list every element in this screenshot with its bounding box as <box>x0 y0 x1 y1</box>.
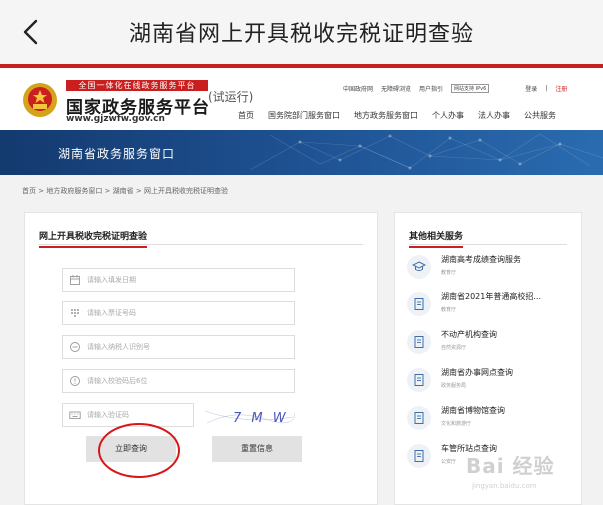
platform-slogan: 全国一体化在线政务服务平台 <box>66 80 208 91</box>
document-icon <box>407 444 431 468</box>
service-dept: 教育厅 <box>441 307 457 313</box>
reset-button[interactable]: 重置信息 <box>212 436 302 462</box>
service-name: 湖南高考成绩查询服务 <box>441 255 521 264</box>
divider <box>39 244 363 245</box>
keyboard-icon <box>69 409 81 421</box>
shield-icon <box>69 375 81 387</box>
service-item[interactable]: 湖南省2021年普通高校招... 教育厅 <box>407 290 577 320</box>
nav-home[interactable]: 首页 <box>238 110 254 121</box>
national-emblem-logo <box>23 83 57 117</box>
service-dept: 文化和旅游厅 <box>441 421 472 427</box>
banner-title: 湖南省政务服务窗口 <box>58 147 176 161</box>
taxpayer-id-input[interactable] <box>87 336 287 358</box>
util-link-gov[interactable]: 中国政府网 <box>343 84 373 93</box>
document-icon <box>407 330 431 354</box>
nav-state-council[interactable]: 国务院部门服务窗口 <box>268 110 340 121</box>
trial-label: (试运行) <box>208 90 254 104</box>
service-item[interactable]: 湖南省办事网点查询 政务服务局 <box>407 366 577 396</box>
check-code-field[interactable] <box>62 369 295 393</box>
grid-icon <box>69 307 81 319</box>
graduation-cap-icon <box>407 255 431 279</box>
service-item[interactable]: 不动产机构查询 自然资源厅 <box>407 328 577 358</box>
util-link-guide[interactable]: 用户指引 <box>419 84 443 93</box>
page-title: 湖南省网上开具税收完税证明查验 <box>128 22 474 47</box>
platform-url: www.gjzwfw.gov.cn <box>66 114 165 124</box>
service-dept: 公安厅 <box>441 459 457 465</box>
watermark-main: Bai 经验 <box>466 454 555 478</box>
nav-local-gov[interactable]: 地方政务服务窗口 <box>354 110 418 121</box>
divider <box>409 244 567 245</box>
taxpayer-id-field[interactable] <box>62 335 295 359</box>
nav-legal-person[interactable]: 法人办事 <box>478 110 510 121</box>
service-name: 湖南省办事网点查询 <box>441 368 513 377</box>
main-nav: 首页 国务院部门服务窗口 地方政务服务窗口 个人办事 法人办事 公共服务 <box>238 110 556 121</box>
baidu-jingyan-watermark: Bai 经验 jingyan.baidu.com <box>466 446 596 496</box>
document-icon <box>407 368 431 392</box>
app-topbar: 湖南省网上开具税收完税证明查验 <box>0 0 603 64</box>
form-title: 网上开具税收完税证明查验 <box>39 229 148 248</box>
service-item[interactable]: 湖南省博物馆查询 文化和旅游厅 <box>407 404 577 434</box>
login-link[interactable]: 登录 <box>525 84 537 93</box>
ipv6-badge: IPv6 <box>475 86 487 92</box>
watermark-sub: jingyan.baidu.com <box>472 482 537 490</box>
captcha-text: 7 M W B <box>233 411 295 426</box>
highlight-annotation-circle <box>98 423 180 478</box>
document-icon <box>407 406 431 430</box>
service-name: 不动产机构查询 <box>441 330 497 339</box>
nav-public-service[interactable]: 公共服务 <box>524 110 556 121</box>
service-name: 湖南省2021年普通高校招... <box>441 292 541 301</box>
ticket-number-input[interactable] <box>87 302 287 324</box>
related-services-title: 其他相关服务 <box>409 229 464 248</box>
service-dept: 自然资源厅 <box>441 345 467 351</box>
issue-date-field[interactable] <box>62 268 295 292</box>
breadcrumb[interactable]: 首页 > 地方政府服务窗口 > 湖南省 > 网上开具税收完税证明查验 <box>22 186 228 196</box>
ticket-number-field[interactable] <box>62 301 295 325</box>
document-icon <box>407 292 431 316</box>
service-dept: 政务服务局 <box>441 383 467 389</box>
service-dept: 教育厅 <box>441 270 457 276</box>
register-link[interactable]: 注册 <box>555 84 567 93</box>
service-name: 湖南省博物馆查询 <box>441 406 505 415</box>
utility-links: 中国政府网 无障碍浏览 用户指引 网站支持 IPv6 登录 | 注册 <box>343 84 568 93</box>
calendar-icon <box>69 274 81 286</box>
util-link-support: 网站支持 IPv6 <box>451 84 490 93</box>
site-header: 全国一体化在线政务服务平台 国家政务服务平台 www.gjzwfw.gov.cn… <box>0 64 603 130</box>
captcha-image[interactable]: 7 M W B <box>205 405 295 429</box>
check-code-input[interactable] <box>87 370 287 392</box>
issue-date-input[interactable] <box>87 269 287 291</box>
province-banner: 湖南省政务服务窗口 <box>0 130 603 175</box>
util-link-accessibility[interactable]: 无障碍浏览 <box>381 84 411 93</box>
page: 湖南省网上开具税收完税证明查验 全国一体化在线政务服务平台 国家政务服务平台 w… <box>0 0 603 505</box>
nav-personal[interactable]: 个人办事 <box>432 110 464 121</box>
service-item[interactable]: 湖南高考成绩查询服务 教育厅 <box>407 253 577 283</box>
id-icon <box>69 341 81 353</box>
